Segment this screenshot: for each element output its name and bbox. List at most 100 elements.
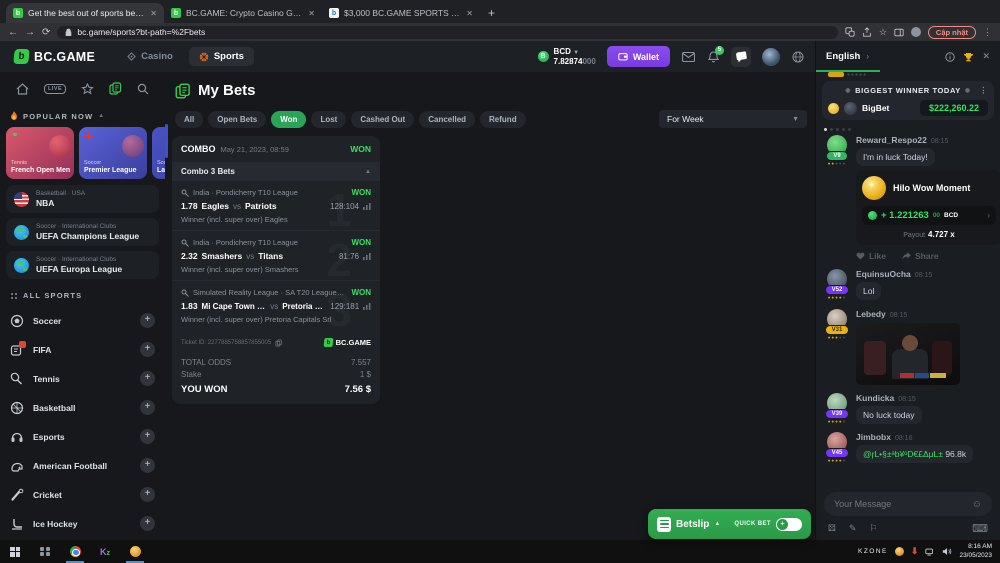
currency-selector[interactable]: B BCD ▼ 7.82874000 (538, 47, 596, 66)
expand-plus-button[interactable]: + (140, 458, 155, 473)
taskbar-app-1[interactable] (30, 540, 60, 563)
filter-refund[interactable]: Refund (480, 111, 526, 128)
search-icon[interactable] (137, 83, 149, 95)
bcgame-logo[interactable]: b BC.GAME (14, 49, 95, 64)
profile-avatar-icon[interactable] (911, 27, 921, 37)
expand-plus-button[interactable]: + (140, 400, 155, 415)
trophy-icon[interactable] (963, 52, 974, 62)
hilo-win-card[interactable]: Hilo Wow Moment + 1.221263 00 BCD › Payo… (856, 170, 1000, 245)
filter-all[interactable]: All (175, 111, 203, 128)
browser-tab-1[interactable]: b Get the best out of sports bettin ✕ (6, 3, 164, 23)
sport-item-cricket[interactable]: Cricket + (0, 480, 165, 509)
chevron-right-icon[interactable]: › (866, 52, 869, 61)
like-button[interactable]: Like (856, 251, 886, 261)
volume-icon[interactable] (942, 547, 952, 556)
username[interactable]: Kundicka (856, 393, 894, 403)
username[interactable]: Jimbobx (856, 432, 891, 442)
browser-tab-2[interactable]: b BC.GAME: Crypto Casino Games ✕ (164, 3, 322, 23)
expand-plus-button[interactable]: + (140, 429, 155, 444)
popular-card-laliga[interactable]: Soccer LaLiga (152, 127, 165, 179)
sport-item-esports[interactable]: Esports + (0, 422, 165, 451)
browser-update-button[interactable]: Cập nhật (928, 26, 976, 39)
forward-icon[interactable]: → (25, 27, 35, 38)
taskbar-clock[interactable]: 8:16 AM 23/05/2023 (959, 543, 992, 561)
share-icon[interactable] (862, 27, 872, 37)
gif-message[interactable] (856, 323, 960, 385)
start-button[interactable] (0, 540, 30, 563)
banner-pagination-dots[interactable] (816, 124, 1000, 131)
combo-collapse-bar[interactable]: Combo 3 Bets ▲ (172, 162, 380, 181)
expand-plus-button[interactable]: + (140, 313, 155, 328)
biggest-winner-banner[interactable]: ◉ BIGGEST WINNER TODAY ◉ ⋮ BigBet $222,2… (822, 81, 994, 120)
taskbar-kz-app[interactable]: Kz (90, 540, 120, 563)
sport-item-ice-hockey[interactable]: Ice Hockey + (0, 509, 165, 538)
pencil-icon[interactable]: ✎ (849, 523, 857, 534)
sport-item-american-football[interactable]: American Football + (0, 451, 165, 480)
expand-plus-button[interactable]: + (140, 487, 155, 502)
browser-tab-3[interactable]: b $3,000 BC.GAME SPORTS PARLA ✕ (322, 3, 480, 23)
my-bets-icon[interactable] (109, 82, 122, 95)
username[interactable]: Lebedy (856, 309, 886, 319)
tab-close-icon[interactable]: ✕ (150, 9, 157, 18)
bookmark-star-icon[interactable]: ☆ (879, 27, 887, 38)
coupon-icon[interactable]: ⚐ (869, 523, 877, 534)
side-panel-icon[interactable] (894, 28, 904, 37)
filter-won[interactable]: Won (271, 111, 306, 128)
download-arrow-icon[interactable]: ⬇ (911, 546, 919, 557)
keyboard-icon[interactable]: ⌨ (972, 522, 988, 535)
popular-item-nba[interactable]: Basketball · USA NBA (6, 185, 159, 213)
address-bar[interactable]: bc.game/sports?bt-path=%2Fbets (57, 26, 837, 39)
share-button[interactable]: Share (902, 251, 939, 261)
filter-lost[interactable]: Lost (311, 111, 346, 128)
sport-item-soccer[interactable]: Soccer + (0, 306, 165, 335)
live-icon[interactable]: LIVE (44, 84, 66, 94)
wallet-button[interactable]: Wallet (607, 46, 670, 67)
expand-plus-button[interactable]: + (140, 342, 155, 357)
quick-bet-toggle[interactable]: + (776, 518, 802, 531)
popular-card-premier-league[interactable]: Soccer Premier League (79, 127, 147, 179)
chat-language-tab[interactable]: English (826, 51, 860, 62)
popular-item-uel[interactable]: Soccer · International Clubs UEFA Europa… (6, 251, 159, 279)
tab-close-icon[interactable]: ✕ (308, 9, 315, 18)
dice-icon[interactable]: ⚄ (828, 523, 836, 534)
taskbar-app-2[interactable] (120, 540, 150, 563)
filter-cancelled[interactable]: Cancelled (419, 111, 475, 128)
browser-menu-icon[interactable]: ⋮ (983, 27, 992, 38)
nav-sports[interactable]: Sports (189, 47, 254, 66)
refresh-icon[interactable]: ⟳ (42, 27, 50, 38)
filter-cashed-out[interactable]: Cashed Out (351, 111, 414, 128)
period-dropdown[interactable]: For Week ▼ (659, 110, 807, 128)
tray-gold-icon[interactable] (895, 547, 904, 556)
network-icon[interactable] (925, 548, 935, 556)
notifications-bell-icon[interactable]: 5 (706, 51, 720, 63)
chevron-right-icon[interactable]: › (987, 211, 990, 220)
betslip-bar[interactable]: Betslip ▲ QUICK BET + (648, 509, 811, 539)
expand-plus-button[interactable]: + (140, 516, 155, 531)
copy-icon[interactable] (275, 339, 282, 347)
stats-bars-icon[interactable] (363, 302, 371, 310)
popular-item-ucl[interactable]: Soccer · International Clubs UEFA Champi… (6, 218, 159, 246)
chat-message-input[interactable] (834, 499, 954, 509)
messages-icon[interactable] (681, 51, 695, 63)
taskbar-chrome[interactable] (60, 540, 90, 563)
kebab-menu-icon[interactable]: ⋮ (979, 86, 988, 95)
emoji-icon[interactable]: ☺ (972, 499, 982, 510)
stats-bars-icon[interactable] (363, 252, 371, 260)
home-icon[interactable] (16, 83, 29, 95)
scrollbar-thumb[interactable] (165, 124, 168, 158)
sport-item-tennis[interactable]: Tennis + (0, 364, 165, 393)
popular-card-french-open[interactable]: Tennis French Open Men (6, 127, 74, 179)
language-globe-icon[interactable] (791, 51, 805, 63)
info-icon[interactable] (945, 52, 955, 62)
username[interactable]: Reward_Respo22 (856, 135, 927, 145)
stats-bars-icon[interactable] (363, 202, 371, 210)
tab-close-icon[interactable]: ✕ (466, 9, 473, 18)
sport-item-basketball[interactable]: Basketball + (0, 393, 165, 422)
filter-open-bets[interactable]: Open Bets (208, 111, 266, 128)
chat-toggle-button[interactable] (731, 47, 751, 67)
sport-item-fifa[interactable]: FIFA + (0, 335, 165, 364)
user-avatar[interactable] (762, 48, 780, 66)
back-icon[interactable]: ← (8, 27, 18, 38)
popular-now-header[interactable]: POPULAR NOW ▲ (0, 103, 165, 127)
nav-casino[interactable]: Casino (117, 47, 183, 66)
